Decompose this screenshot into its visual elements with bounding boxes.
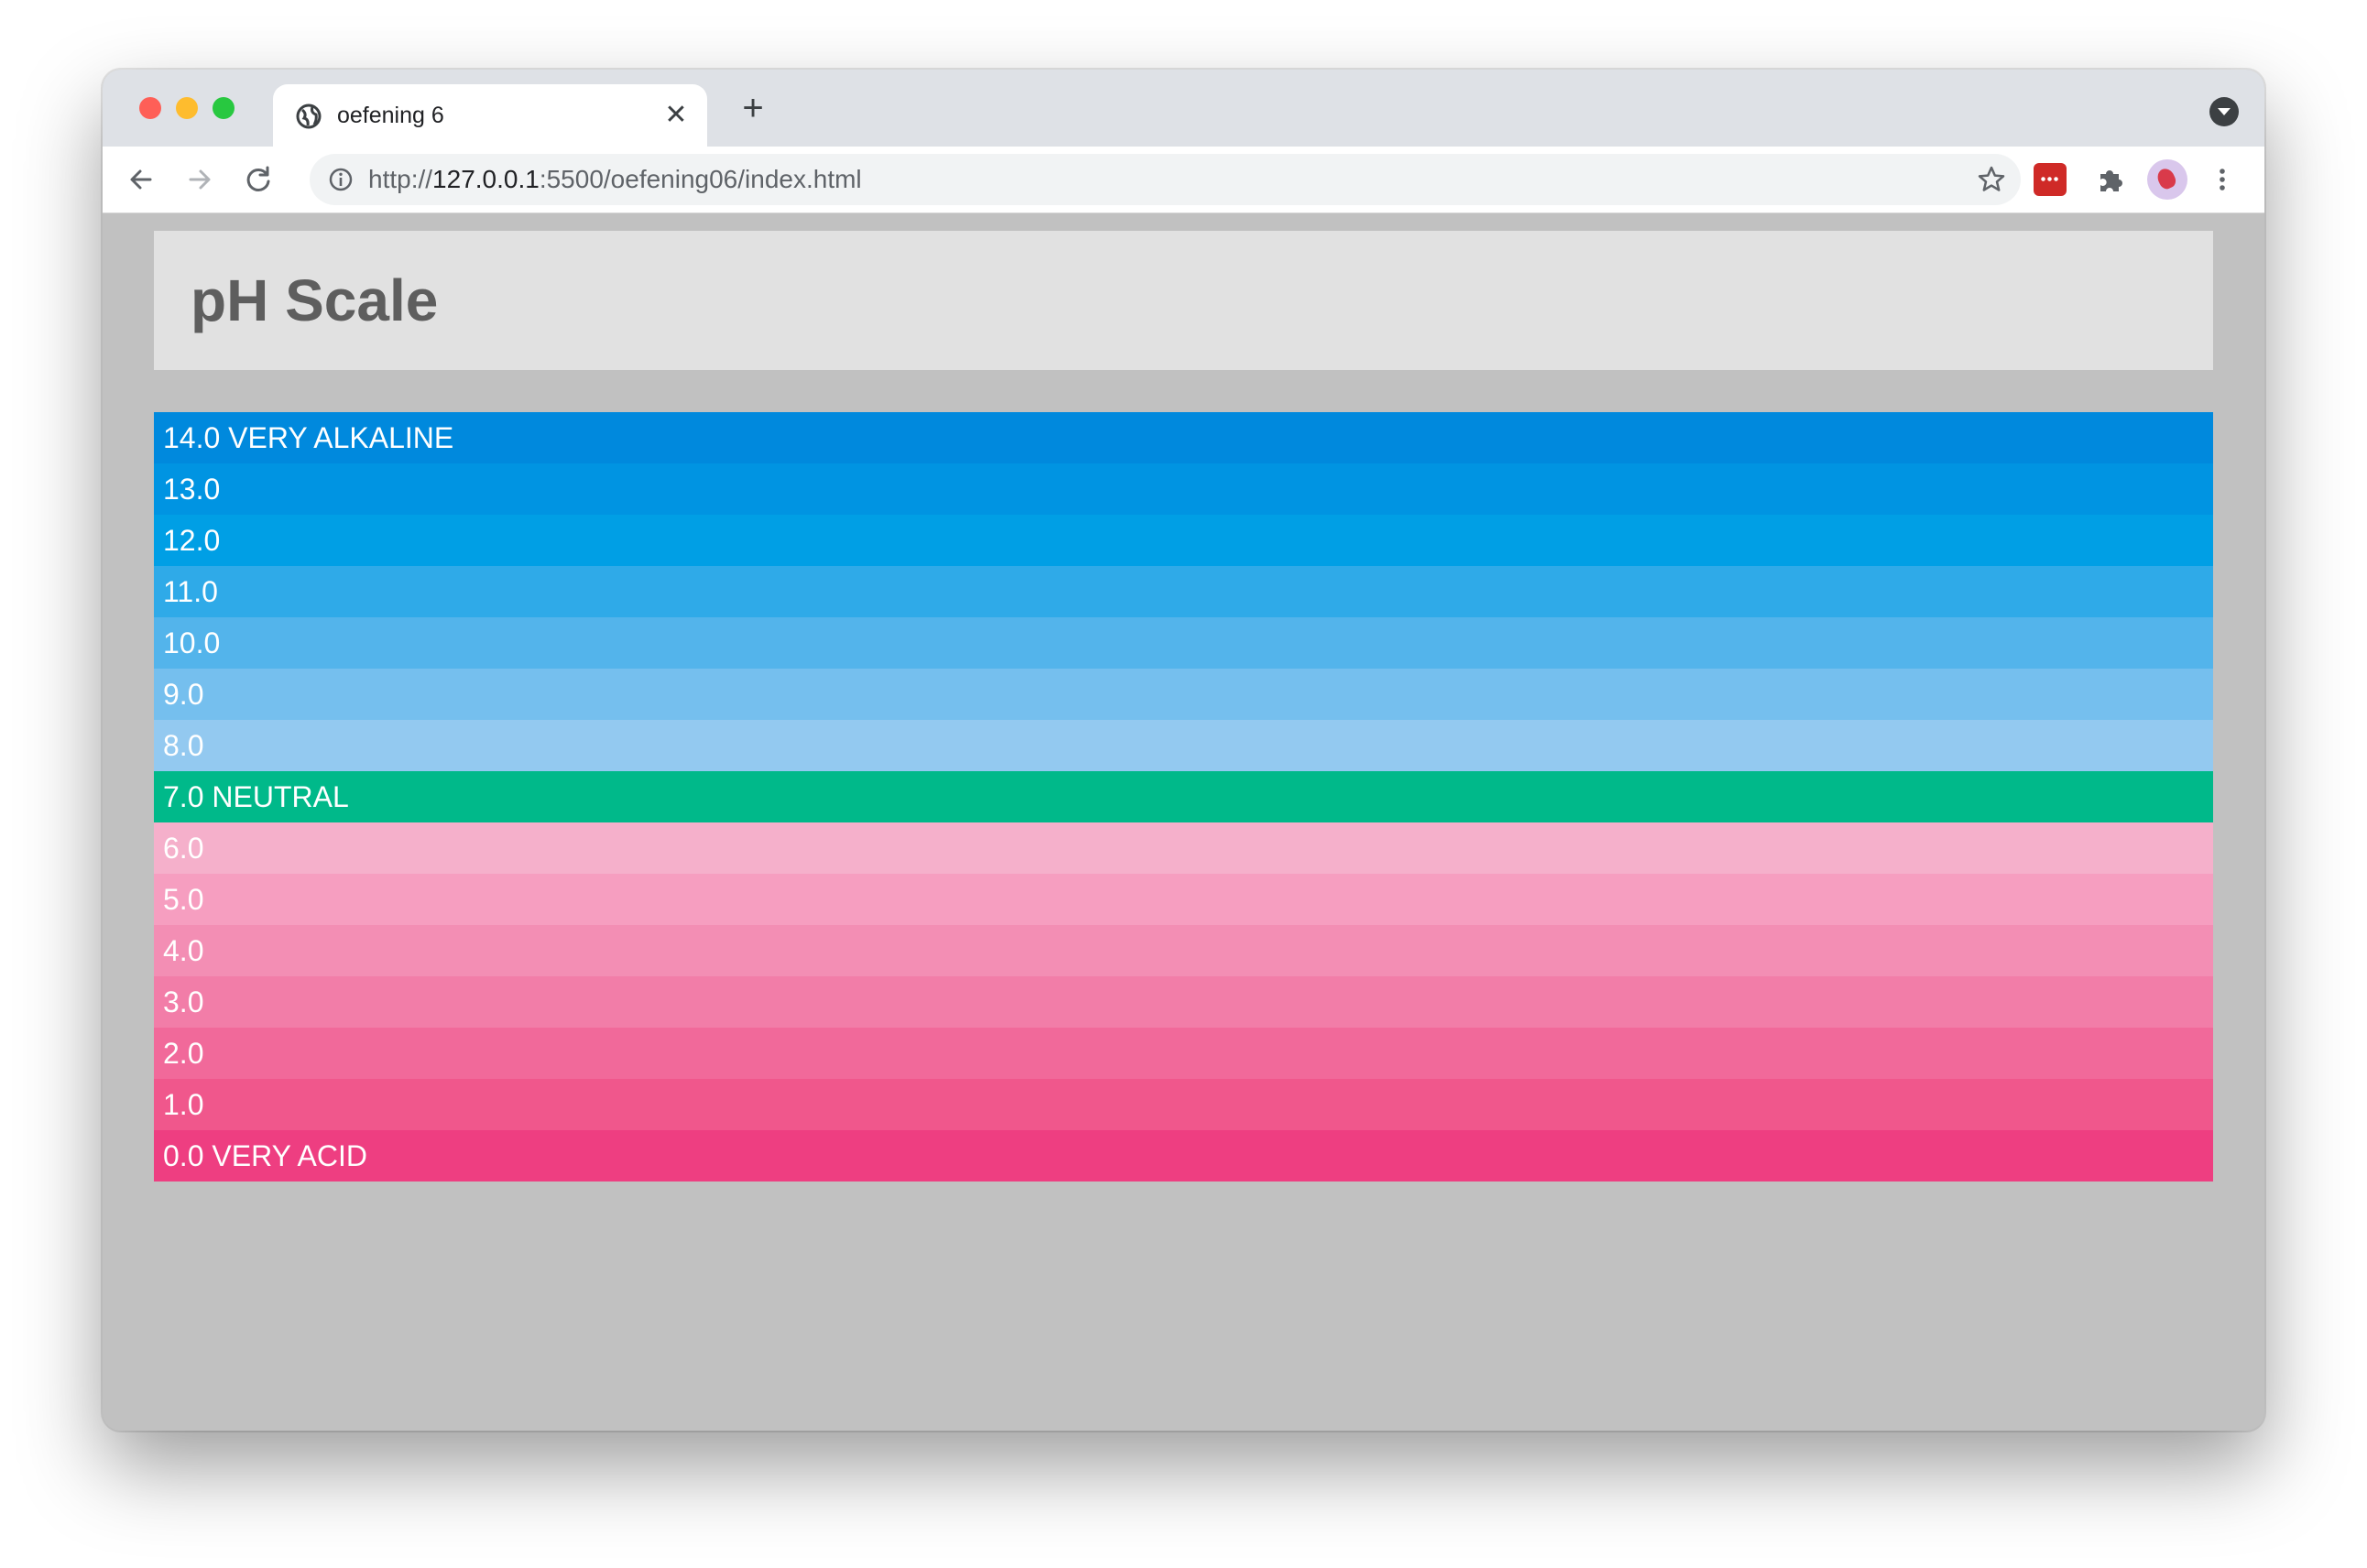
profile-avatar[interactable] [2147, 159, 2187, 200]
browser-window: oefening 6 ✕ + http://127.0.0.1:5500/oef… [103, 70, 2264, 1431]
ph-scale-row: 9.0 [154, 669, 2213, 720]
url-path: :5500/oefening06/index.html [539, 165, 862, 193]
url-text: http://127.0.0.1:5500/oefening06/index.h… [368, 164, 862, 195]
extension-icon[interactable] [2034, 163, 2067, 196]
maximize-window-button[interactable] [213, 97, 235, 119]
ph-scale-row: 11.0 [154, 566, 2213, 617]
ph-scale-row: 14.0 VERY ALKALINE [154, 412, 2213, 463]
tab-oefening-6[interactable]: oefening 6 ✕ [273, 84, 707, 147]
new-tab-button[interactable]: + [735, 90, 771, 126]
page-header: pH Scale [154, 231, 2213, 370]
forward-arrow-icon[interactable] [181, 161, 218, 198]
ph-scale-row: 6.0 [154, 822, 2213, 874]
info-icon[interactable] [326, 165, 355, 194]
more-vertical-icon[interactable] [2204, 161, 2241, 198]
ph-scale-row: 8.0 [154, 720, 2213, 771]
ph-scale-row: 4.0 [154, 925, 2213, 976]
ph-scale-row: 2.0 [154, 1028, 2213, 1079]
tab-strip: oefening 6 ✕ + [103, 70, 2264, 147]
globe-icon [295, 103, 322, 130]
ph-scale-row: 12.0 [154, 515, 2213, 566]
ph-scale-row: 5.0 [154, 874, 2213, 925]
ph-scale-row: 7.0 NEUTRAL [154, 771, 2213, 822]
star-icon[interactable] [1975, 163, 2008, 196]
ph-scale-row: 10.0 [154, 617, 2213, 669]
puzzle-icon[interactable] [2092, 161, 2129, 198]
address-bar[interactable]: http://127.0.0.1:5500/oefening06/index.h… [310, 154, 2021, 205]
url-host: 127.0.0.1 [432, 165, 540, 193]
page-title: pH Scale [191, 267, 439, 333]
close-icon[interactable]: ✕ [661, 101, 691, 130]
ph-scale-row: 0.0 VERY ACID [154, 1130, 2213, 1181]
url-scheme: http:// [368, 165, 433, 193]
tab-title: oefening 6 [337, 103, 444, 128]
close-window-button[interactable] [139, 97, 161, 119]
tab-search-icon[interactable] [2209, 97, 2239, 126]
ph-scale-row: 1.0 [154, 1079, 2213, 1130]
minimize-window-button[interactable] [176, 97, 198, 119]
back-arrow-icon[interactable] [123, 161, 159, 198]
ph-scale-row: 13.0 [154, 463, 2213, 515]
ph-scale-row: 3.0 [154, 976, 2213, 1028]
browser-toolbar: http://127.0.0.1:5500/oefening06/index.h… [103, 147, 2264, 213]
reload-icon[interactable] [240, 161, 277, 198]
ph-scale-list: 14.0 VERY ALKALINE 13.0 12.0 11.0 10.0 9.0 8.0… [154, 412, 2213, 1181]
